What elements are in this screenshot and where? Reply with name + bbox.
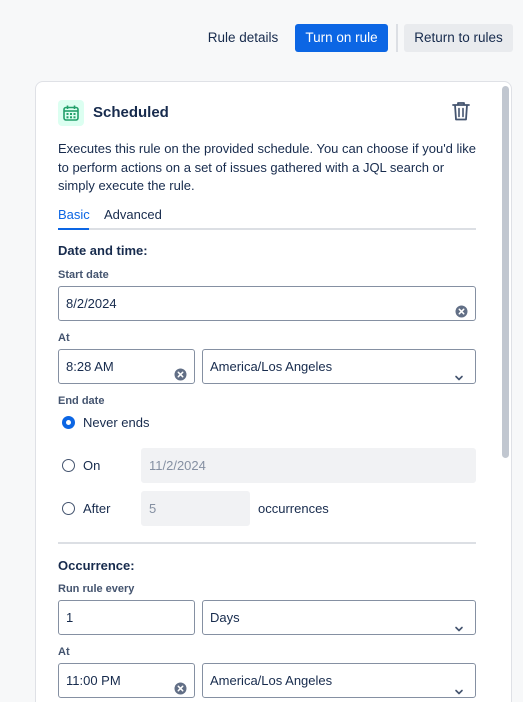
- chevron-down-icon: [454, 362, 464, 381]
- run-every-value: 1: [66, 610, 74, 625]
- after-count-value: 5: [149, 501, 157, 516]
- occurrence-time-field[interactable]: 11:00 PM: [58, 663, 195, 698]
- chevron-down-icon: [454, 676, 464, 695]
- tabs-divider: [58, 228, 476, 230]
- active-tab-indicator: [58, 228, 89, 230]
- start-time-value: 8:28 AM: [66, 359, 114, 374]
- section-divider: [58, 542, 476, 544]
- radio-on-label[interactable]: On: [83, 458, 100, 473]
- start-time-label: At: [58, 332, 70, 344]
- occurrence-time-label: At: [58, 646, 70, 658]
- after-count-field: 5: [141, 491, 250, 526]
- trash-icon[interactable]: [450, 100, 472, 122]
- scrollbar-thumb[interactable]: [502, 86, 509, 458]
- trigger-title: Scheduled: [93, 104, 169, 121]
- start-timezone-select[interactable]: America/Los Angeles: [202, 349, 476, 384]
- run-every-label: Run rule every: [58, 583, 135, 595]
- trigger-description: Executes this rule on the provided sched…: [58, 141, 477, 193]
- tab-basic[interactable]: Basic: [58, 207, 90, 222]
- top-action-bar: Rule details Turn on rule Return to rule…: [0, 24, 523, 52]
- run-every-input[interactable]: 1: [58, 600, 195, 635]
- start-date-field[interactable]: 8/2/2024: [58, 286, 476, 321]
- radio-on[interactable]: [62, 459, 75, 472]
- radio-never-ends-label[interactable]: Never ends: [83, 415, 149, 430]
- start-date-value: 8/2/2024: [66, 296, 117, 311]
- radio-never-ends[interactable]: [62, 416, 75, 429]
- end-date-label: End date: [58, 395, 105, 407]
- occurrence-timezone-select[interactable]: America/Los Angeles: [202, 663, 476, 698]
- rule-details-button[interactable]: Rule details: [198, 24, 288, 52]
- clear-icon[interactable]: [455, 297, 468, 318]
- interval-unit-select[interactable]: Days: [202, 600, 476, 635]
- occurrences-label: occurrences: [258, 501, 329, 516]
- end-on-date-value: 11/2/2024: [149, 458, 206, 473]
- chevron-down-icon: [454, 613, 464, 632]
- occurrence-heading: Occurrence:: [58, 558, 135, 573]
- calendar-icon: [58, 100, 84, 126]
- date-time-heading: Date and time:: [58, 243, 148, 258]
- turn-on-rule-button[interactable]: Turn on rule: [295, 24, 388, 52]
- clear-icon[interactable]: [174, 360, 187, 381]
- clear-icon[interactable]: [174, 674, 187, 695]
- start-date-label: Start date: [58, 269, 109, 281]
- radio-after[interactable]: [62, 502, 75, 515]
- start-timezone-value: America/Los Angeles: [210, 359, 333, 374]
- occurrence-timezone-value: America/Los Angeles: [210, 673, 333, 688]
- interval-unit-value: Days: [210, 610, 240, 625]
- toolbar-divider: [396, 24, 398, 52]
- return-to-rules-button[interactable]: Return to rules: [404, 24, 513, 52]
- end-on-date-field: 11/2/2024: [141, 448, 476, 483]
- tab-advanced[interactable]: Advanced: [104, 207, 162, 222]
- occurrence-time-value: 11:00 PM: [66, 673, 121, 688]
- start-time-field[interactable]: 8:28 AM: [58, 349, 195, 384]
- radio-after-label[interactable]: After: [83, 501, 110, 516]
